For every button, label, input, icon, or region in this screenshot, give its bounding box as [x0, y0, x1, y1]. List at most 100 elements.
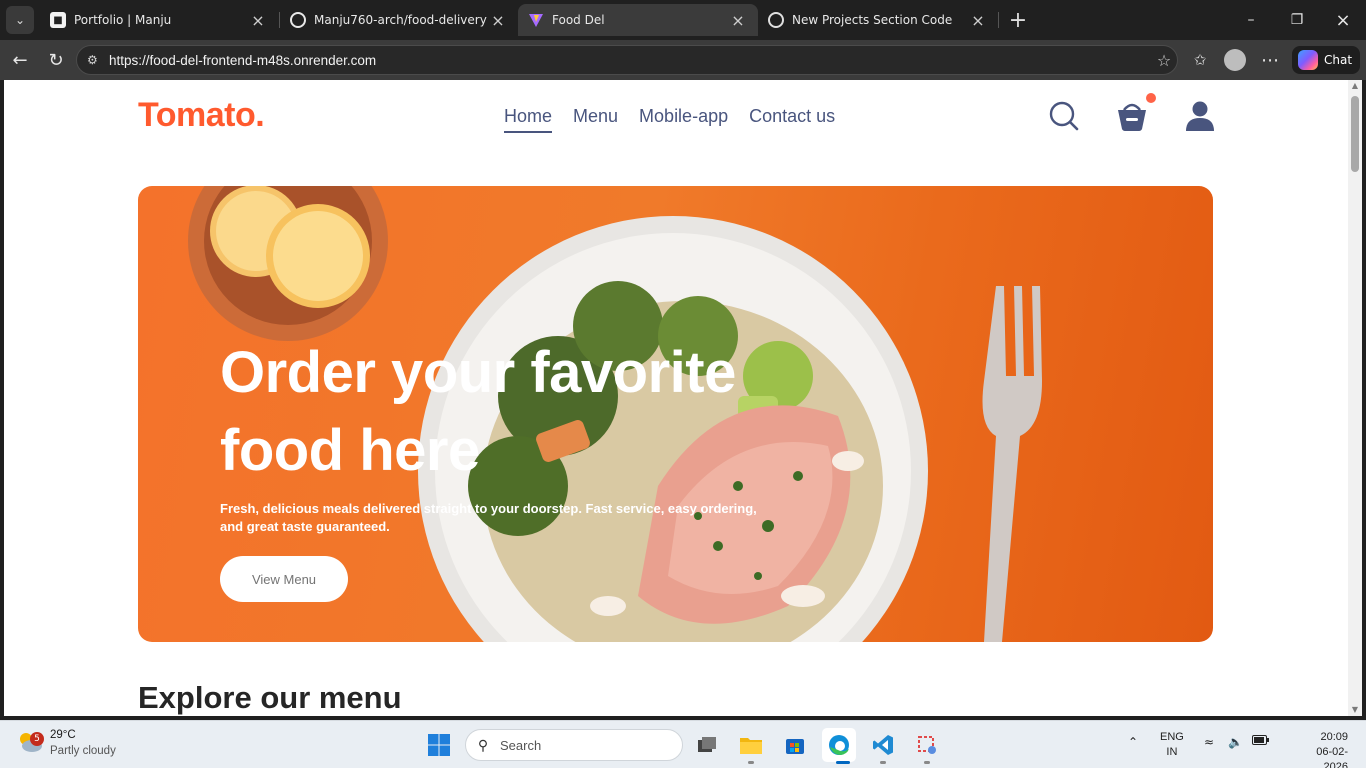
vite-icon: [528, 12, 544, 28]
hero-title: Order your favorite food here: [220, 340, 736, 483]
search-icon: ⚲: [477, 736, 489, 753]
chatgpt-icon: [768, 12, 784, 28]
basket-icon[interactable]: [1114, 98, 1150, 134]
folder-icon: [740, 738, 762, 754]
nav-menu[interactable]: Menu: [573, 106, 618, 133]
windows-icon: [428, 734, 450, 756]
running-indicator: [880, 761, 886, 764]
page-scrollbar[interactable]: ▲ ▼: [1348, 80, 1362, 716]
search-placeholder: Search: [500, 737, 542, 753]
settings-more-button[interactable]: ⋯: [1256, 46, 1284, 74]
store-icon: [786, 739, 804, 754]
edge-browser-button[interactable]: [822, 728, 856, 762]
clock-date: 06-02-2026: [1316, 746, 1348, 768]
copilot-chat-button[interactable]: Chat: [1292, 46, 1360, 74]
scroll-down-icon[interactable]: ▼: [1350, 706, 1360, 714]
github-icon: [290, 12, 306, 28]
explore-menu-heading: Explore our menu: [138, 680, 402, 715]
favorite-star-icon[interactable]: ☆: [1151, 51, 1177, 70]
tab-title: New Projects Section Code: [792, 13, 953, 27]
site-info-icon[interactable]: ⚙: [87, 53, 105, 67]
running-indicator: [924, 761, 930, 764]
weather-temp: 29°C: [50, 729, 76, 741]
minimize-icon: –: [1247, 12, 1255, 28]
tab-actions-menu-button[interactable]: ⌄: [6, 6, 34, 34]
weather-widget[interactable]: 5 29°C Partly cloudy: [16, 727, 116, 759]
new-tab-button[interactable]: +: [1004, 6, 1032, 34]
arrow-left-icon: ←: [12, 49, 28, 71]
browser-tab-bar: ⌄ ■ Portfolio | Manju × Manju760-arch/fo…: [0, 0, 1366, 40]
tab-github[interactable]: Manju760-arch/food-delivery ×: [280, 4, 518, 36]
close-icon: ×: [1335, 9, 1351, 31]
battery-icon[interactable]: [1252, 734, 1270, 749]
snipping-tool-button[interactable]: [910, 728, 944, 762]
wifi-icon[interactable]: ≈: [1204, 735, 1214, 749]
close-tab-icon[interactable]: ×: [488, 11, 508, 30]
tab-divider: [998, 12, 999, 28]
active-indicator: [836, 761, 850, 764]
close-tab-icon[interactable]: ×: [968, 11, 988, 30]
tab-food-del[interactable]: Food Del ×: [518, 4, 758, 36]
search-icon[interactable]: [1046, 98, 1082, 134]
profile-avatar-button[interactable]: [1224, 49, 1246, 71]
edge-icon: [829, 735, 849, 755]
vscode-icon: [873, 735, 893, 755]
tab-title: Portfolio | Manju: [74, 13, 172, 27]
minimize-button[interactable]: –: [1228, 0, 1274, 40]
restore-button[interactable]: ❐: [1274, 0, 1320, 40]
clock-time: 20:09: [1320, 731, 1348, 743]
site-logo[interactable]: Tomato.: [138, 96, 265, 135]
close-tab-icon[interactable]: ×: [248, 11, 268, 30]
more-horizontal-icon: ⋯: [1261, 49, 1279, 71]
profile-icon[interactable]: [1182, 98, 1218, 134]
nav-mobile-app[interactable]: Mobile-app: [639, 106, 728, 133]
weather-badge: 5: [30, 732, 44, 746]
chevron-down-icon: ⌄: [14, 13, 26, 27]
taskbar-search[interactable]: ⚲ Search: [465, 729, 683, 761]
tab-portfolio[interactable]: ■ Portfolio | Manju ×: [40, 4, 278, 36]
task-view-icon: [698, 737, 716, 752]
close-window-button[interactable]: ×: [1320, 0, 1366, 40]
chat-label: Chat: [1324, 53, 1353, 67]
language-code: ENG: [1160, 731, 1184, 743]
start-button[interactable]: [422, 728, 456, 762]
partly-cloudy-icon: 5: [16, 727, 44, 755]
file-explorer-button[interactable]: [734, 728, 768, 762]
tab-title: Food Del: [552, 13, 605, 27]
task-view-button[interactable]: [690, 728, 724, 762]
scroll-up-icon[interactable]: ▲: [1350, 82, 1360, 90]
scrollbar-thumb[interactable]: [1351, 96, 1359, 172]
hero-banner: Order your favorite food here Fresh, del…: [138, 186, 1213, 642]
microsoft-store-button[interactable]: [778, 728, 812, 762]
restore-icon: ❐: [1290, 12, 1304, 28]
url-text[interactable]: https://food-del-frontend-m48s.onrender.…: [109, 53, 1151, 68]
portfolio-favicon-icon: ■: [50, 12, 66, 28]
refresh-icon: ↻: [48, 49, 64, 71]
view-menu-button[interactable]: View Menu: [220, 556, 348, 602]
favorites-button[interactable]: ✩: [1186, 46, 1214, 74]
address-bar[interactable]: ⚙ https://food-del-frontend-m48s.onrende…: [76, 45, 1178, 75]
running-indicator: [748, 761, 754, 764]
weather-condition: Partly cloudy: [50, 745, 116, 757]
vscode-button[interactable]: [866, 728, 900, 762]
copilot-icon: [1298, 50, 1318, 70]
page-viewport: Tomato. Home Menu Mobile-app Contact us: [4, 80, 1348, 716]
chevron-up-icon: ⌃: [1128, 735, 1139, 749]
system-clock[interactable]: 20:09 06-02-2026: [1296, 730, 1348, 768]
favorites-icon: ✩: [1193, 51, 1207, 69]
refresh-button[interactable]: ↻: [42, 46, 70, 74]
tab-new-projects[interactable]: New Projects Section Code ×: [758, 4, 998, 36]
plus-icon: +: [1008, 7, 1028, 33]
browser-toolbar: ← ↻ ⚙ https://food-del-frontend-m48s.onr…: [0, 40, 1366, 80]
close-tab-icon[interactable]: ×: [728, 11, 748, 30]
nav-contact-us[interactable]: Contact us: [749, 106, 835, 133]
language-indicator[interactable]: ENG IN: [1160, 730, 1184, 760]
tab-title: Manju760-arch/food-delivery: [314, 13, 487, 27]
back-button[interactable]: ←: [6, 46, 34, 74]
hero-subtitle: Fresh, delicious meals delivered straigh…: [220, 501, 757, 534]
main-nav: Home Menu Mobile-app Contact us: [504, 106, 856, 133]
cart-notification-dot: [1146, 93, 1156, 103]
volume-icon[interactable]: 🔈: [1228, 735, 1243, 749]
show-hidden-icons-button[interactable]: ⌃: [1128, 735, 1138, 749]
nav-home[interactable]: Home: [504, 106, 553, 133]
